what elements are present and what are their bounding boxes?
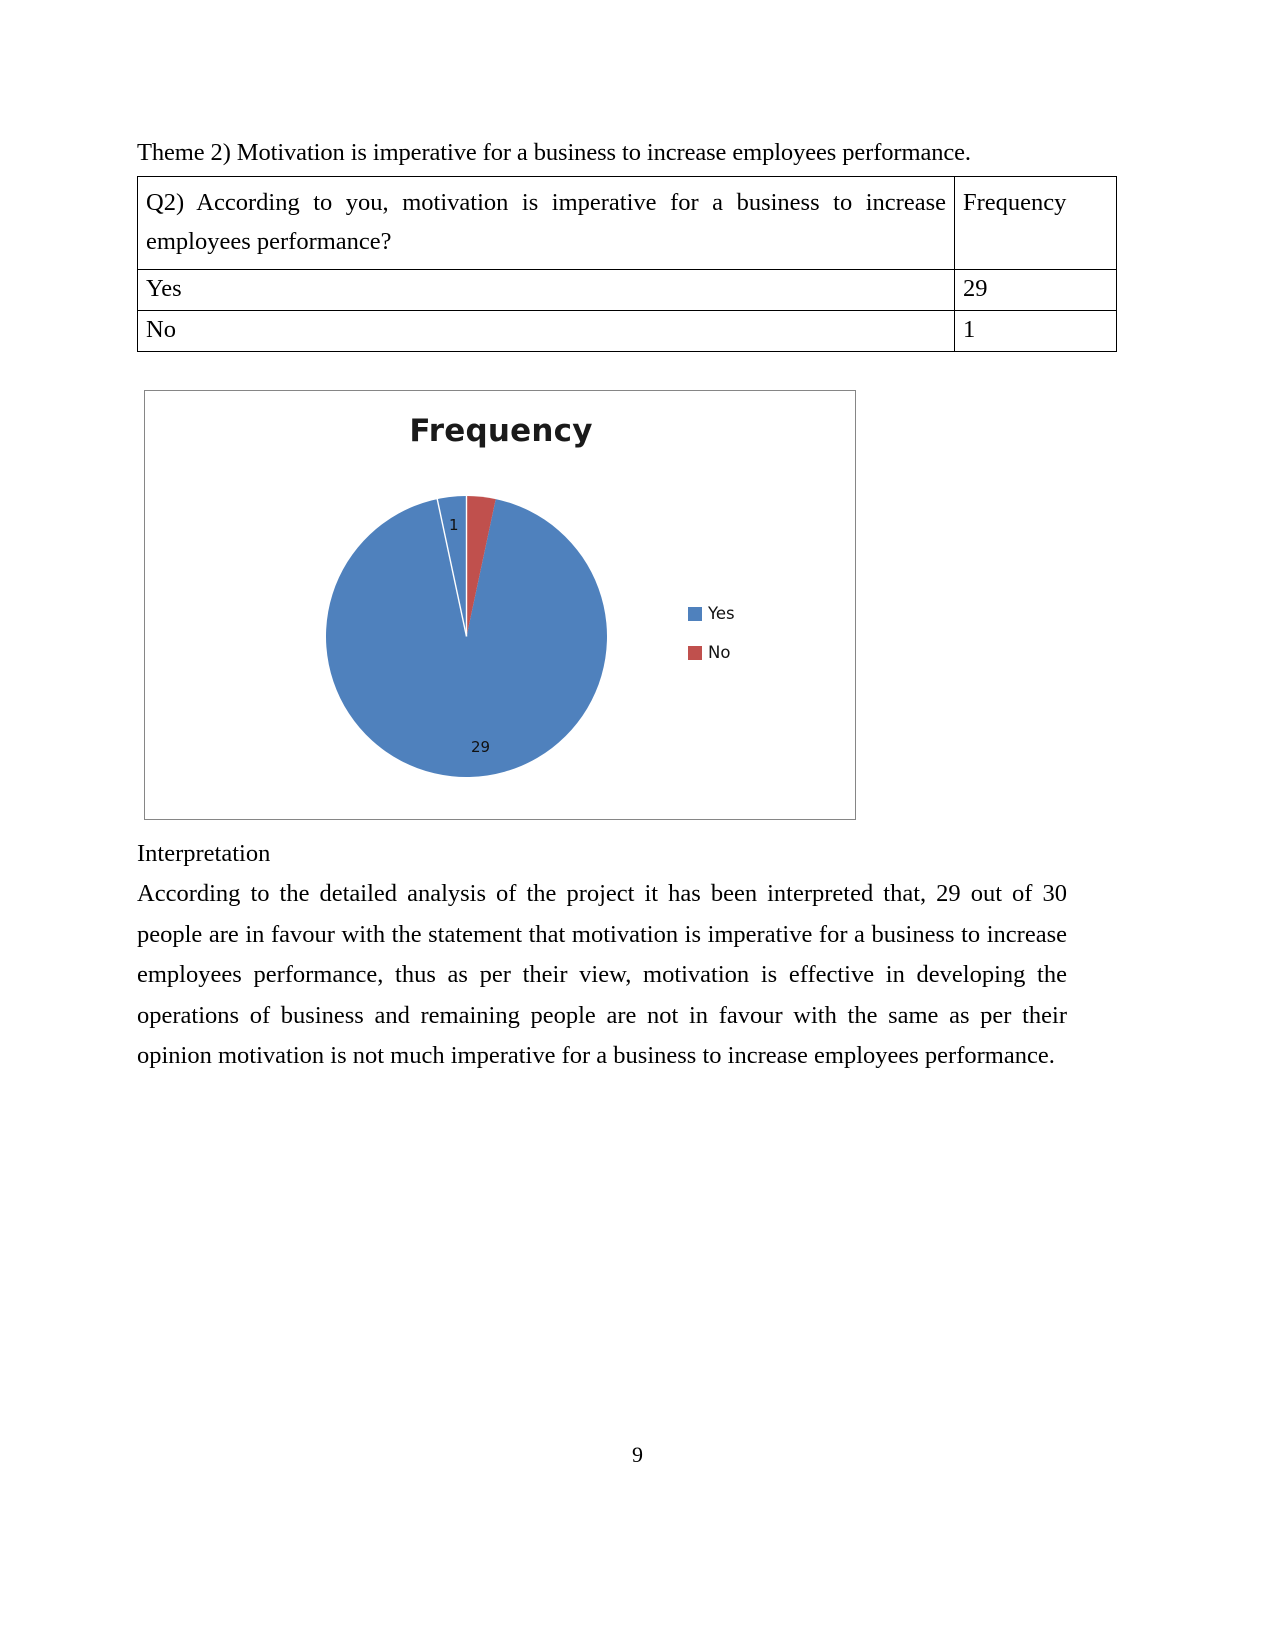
chart-title: Frequency	[409, 413, 593, 449]
table-cell-value-no: 1	[954, 310, 1117, 352]
interpretation-paragraph: According to the detailed analysis of th…	[137, 880, 1067, 1069]
table-row-header: Q2) According to you, motivation is impe…	[137, 176, 1117, 270]
chart-legend: Yes No	[688, 604, 828, 682]
legend-item-no: No	[688, 643, 828, 662]
table-cell-value-yes: 29	[954, 269, 1117, 311]
table-row: No 1	[137, 310, 1117, 352]
table-cell-label-no: No	[137, 310, 955, 352]
legend-swatch-icon-no	[688, 645, 702, 660]
legend-label-yes: Yes	[708, 604, 735, 623]
pie-chart-plot-area: 1 29	[326, 496, 607, 777]
pie-chart-figure: Frequency 1 29 Yes No	[144, 390, 856, 820]
document-page: Theme 2) Motivation is imperative for a …	[0, 0, 1275, 1651]
question-text: Q2) According to you, motivation is impe…	[146, 189, 946, 255]
page-content: Theme 2) Motivation is imperative for a …	[137, 138, 1117, 1077]
pie-chart-svg	[326, 496, 607, 777]
legend-swatch-icon-yes	[688, 606, 702, 621]
pie-data-label-yes: 29	[471, 738, 491, 756]
theme-heading: Theme 2) Motivation is imperative for a …	[137, 139, 971, 166]
table-cell-frequency-header: Frequency	[954, 176, 1117, 270]
table-row: Yes 29	[137, 269, 1117, 311]
frequency-table: Q2) According to you, motivation is impe…	[137, 176, 1117, 352]
table-cell-label-yes: Yes	[137, 269, 955, 311]
legend-item-yes: Yes	[688, 604, 828, 623]
table-cell-question: Q2) According to you, motivation is impe…	[137, 176, 955, 270]
pie-data-label-no: 1	[449, 516, 459, 534]
page-number: 9	[632, 1442, 643, 1467]
legend-label-no: No	[708, 643, 731, 662]
interpretation-heading: Interpretation	[137, 840, 271, 867]
